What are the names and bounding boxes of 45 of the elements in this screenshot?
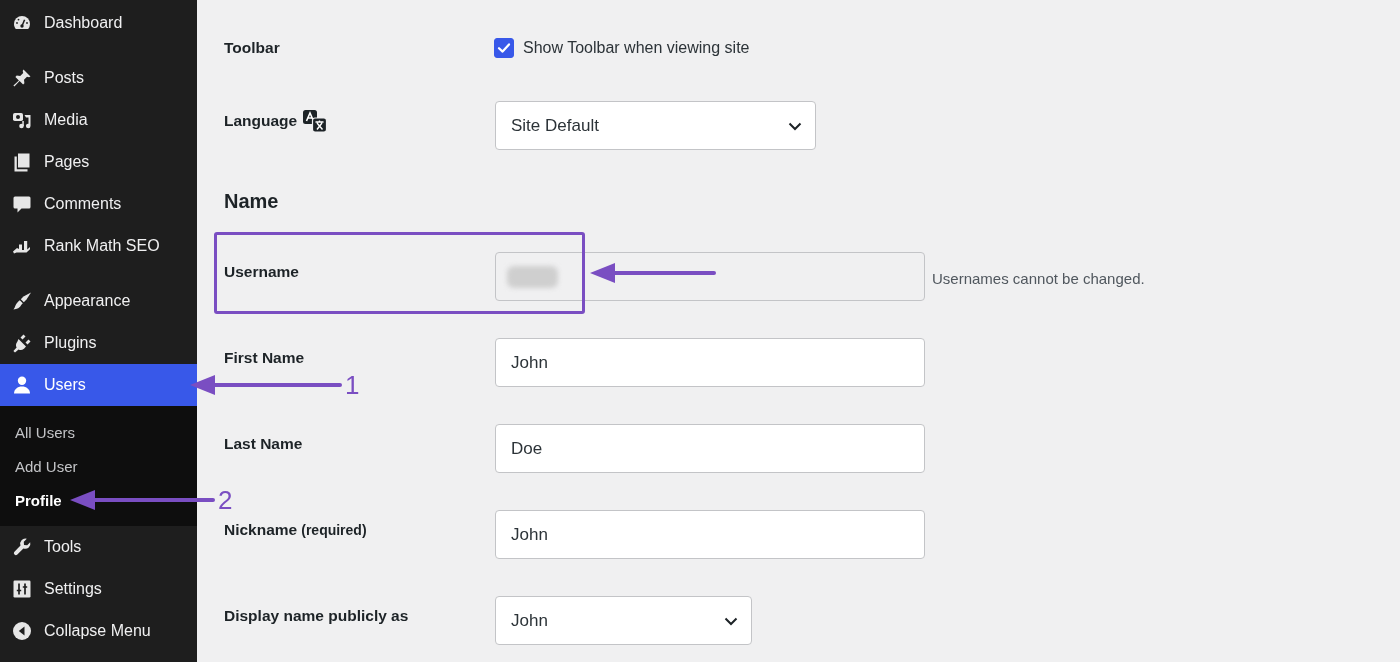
sidebar-menu-item[interactable]: Comments	[0, 183, 197, 225]
plug-icon	[12, 333, 32, 353]
text-field[interactable]: John	[495, 338, 925, 387]
pushpin-icon	[12, 68, 32, 88]
sidebar-menu-item[interactable]: Media	[0, 99, 197, 141]
checkmark-icon	[497, 41, 511, 55]
callout-number: 2	[218, 487, 233, 513]
submenu-item[interactable]: Profile	[0, 483, 68, 517]
camera-music-icon	[12, 110, 32, 130]
dropdown[interactable]: Site Default	[495, 101, 816, 150]
callout-number: 1	[345, 372, 360, 398]
user-icon	[12, 375, 32, 395]
field-label: Toolbar	[224, 38, 280, 58]
sidebar-menu-item[interactable]: Dashboard	[0, 2, 197, 44]
field-label: Last Name	[224, 434, 303, 454]
sliders-icon	[12, 579, 32, 599]
sidebar-menu-item[interactable]: Appearance	[0, 280, 197, 322]
dropdown[interactable]: John	[495, 596, 752, 645]
field-label: Nickname	[224, 520, 298, 540]
sidebar-menu-item[interactable]: Plugins	[0, 322, 197, 364]
sidebar-menu-item[interactable]: Rank Math SEO	[0, 225, 197, 267]
submenu-item[interactable]: All Users	[0, 415, 81, 449]
section-heading: Name	[224, 189, 280, 214]
sidebar-menu-item[interactable]: Posts	[0, 57, 197, 99]
sidebar-menu-item[interactable]: Pages	[0, 141, 197, 183]
text-field[interactable]: John	[495, 510, 925, 559]
wrench-icon	[12, 537, 32, 557]
field-label: First Name	[224, 348, 305, 368]
circle-left-icon	[12, 621, 32, 641]
checkbox[interactable]	[494, 38, 514, 58]
field-label: Display name publicly as	[224, 606, 409, 626]
required-note: (required)	[301, 521, 367, 540]
field-description: Usernames cannot be changed.	[932, 269, 1145, 287]
sidebar-menu-item[interactable]: Tools	[0, 526, 197, 568]
sidebar-menu-item[interactable]: Settings	[0, 568, 197, 610]
sidebar-menu-item[interactable]: Collapse Menu	[0, 610, 197, 652]
submenu-item[interactable]: Add User	[0, 449, 84, 483]
text-field[interactable]: Doe	[495, 424, 925, 473]
speech-bubble-icon	[12, 194, 32, 214]
paintbrush-icon	[12, 291, 32, 311]
pages-icon	[12, 152, 32, 172]
sidebar-menu-item[interactable]: Users	[0, 364, 197, 406]
field-label: Username	[224, 262, 299, 282]
field-label: Language	[224, 111, 298, 131]
checkbox-label[interactable]: Show Toolbar when viewing site	[523, 39, 750, 57]
